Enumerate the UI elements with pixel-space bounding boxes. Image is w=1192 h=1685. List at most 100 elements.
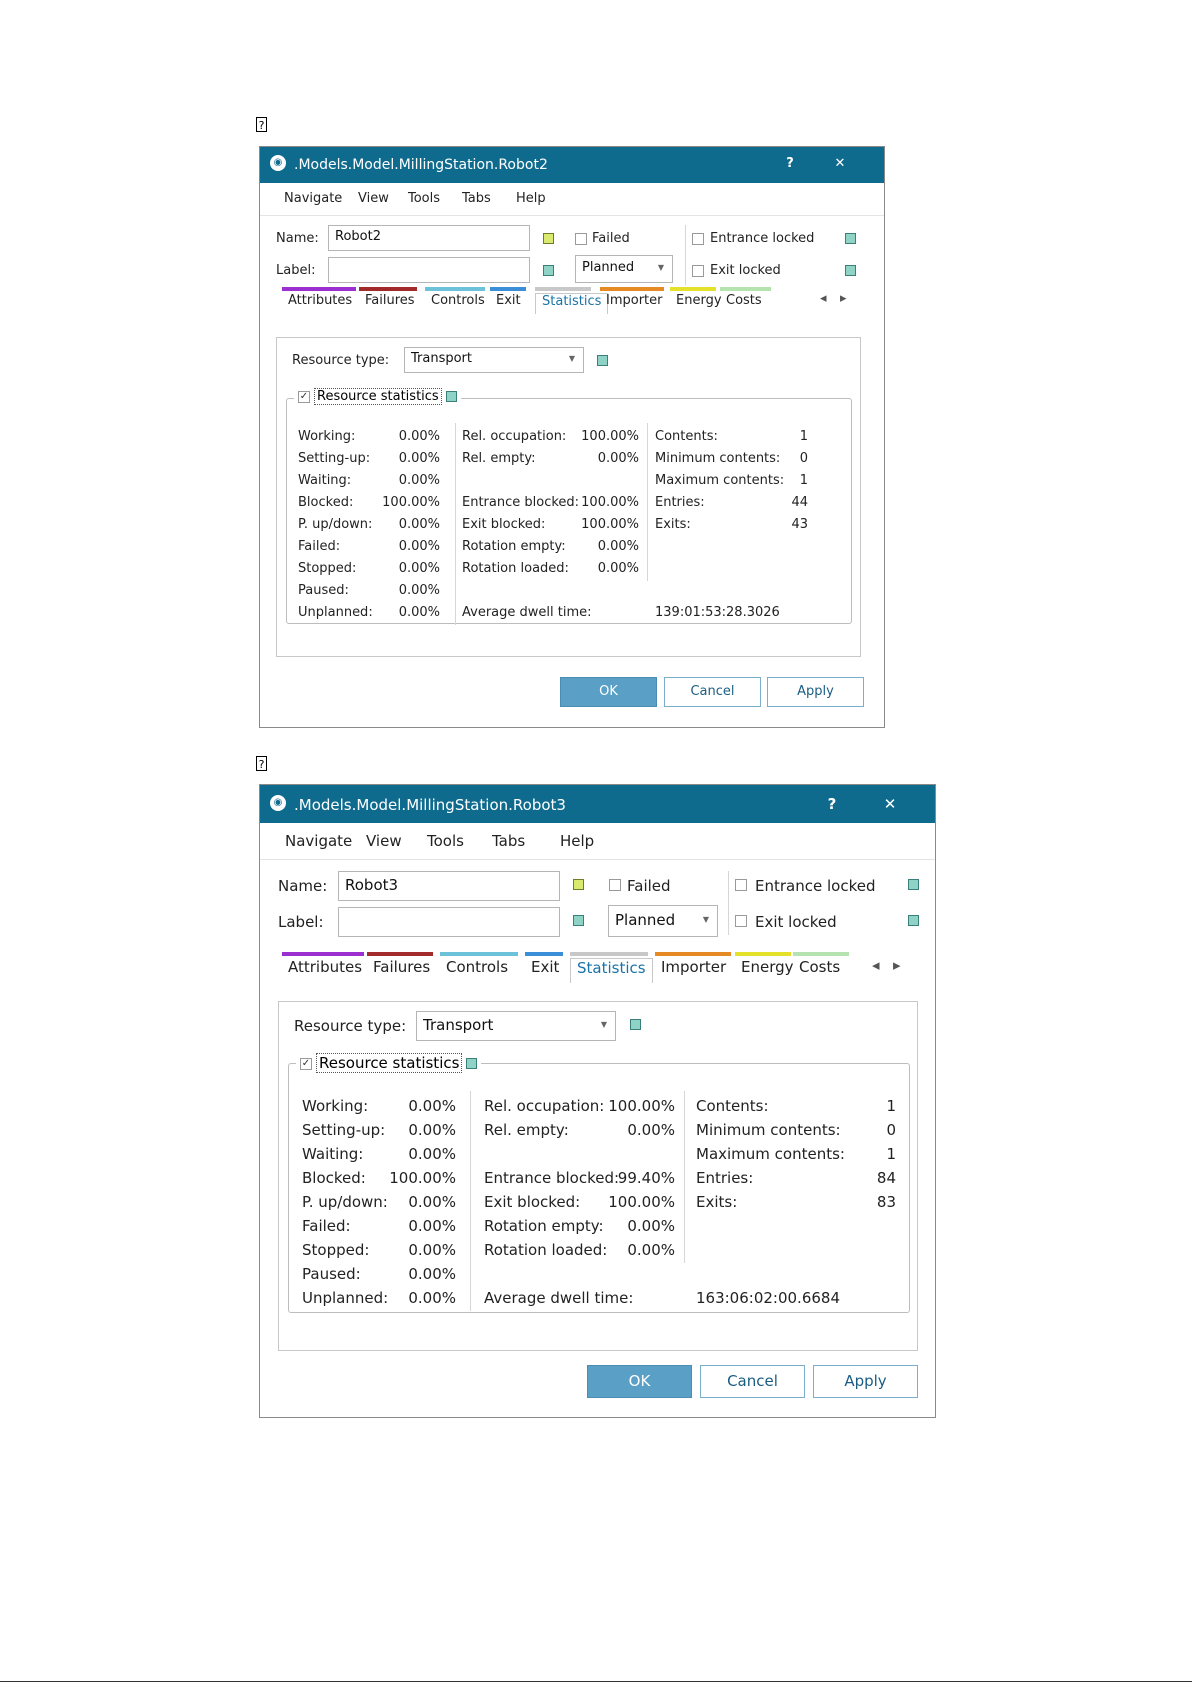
- tab-attributes[interactable]: Attributes: [288, 293, 352, 313]
- tab-exit[interactable]: Exit: [496, 293, 521, 313]
- exit-locked-indicator[interactable]: [845, 265, 856, 276]
- stat-value: 0.00%: [597, 561, 639, 576]
- stat-label: Paused:: [302, 1265, 361, 1283]
- scroll-left-arrow[interactable]: ◂: [872, 956, 880, 974]
- tab-color-bar: [425, 287, 485, 291]
- resource-type-label: Resource type:: [294, 1017, 407, 1035]
- tab-color-bar: [570, 952, 648, 956]
- stat-value: 0.00%: [408, 1121, 456, 1139]
- tab-statistics[interactable]: Statistics: [535, 293, 609, 314]
- tab-controls[interactable]: Controls: [446, 958, 508, 982]
- stat-value: 0.00%: [408, 1241, 456, 1259]
- exit-locked-checkbox[interactable]: [735, 915, 747, 927]
- tab-attributes[interactable]: Attributes: [288, 958, 362, 982]
- close-button[interactable]: ✕: [830, 156, 850, 171]
- page-bottom-rule: [0, 1681, 1192, 1682]
- name-input[interactable]: Robot2: [328, 225, 530, 251]
- ok-button[interactable]: OK: [560, 677, 657, 707]
- ok-button[interactable]: OK: [587, 1365, 692, 1398]
- resource-type-dropdown[interactable]: Transport ▼: [404, 347, 584, 373]
- name-inherit-indicator[interactable]: [573, 879, 584, 890]
- missing-glyph-marker: ?: [256, 756, 267, 771]
- menu-help[interactable]: Help: [560, 832, 594, 850]
- menu-view[interactable]: View: [358, 191, 389, 206]
- tab-statistics[interactable]: Statistics: [570, 958, 653, 983]
- tab-failures[interactable]: Failures: [365, 293, 415, 313]
- exit-locked-checkbox[interactable]: [692, 265, 704, 277]
- resource-statistics-checkbox[interactable]: ✓: [300, 1057, 312, 1070]
- cancel-button[interactable]: Cancel: [700, 1365, 805, 1398]
- resource-statistics-indicator[interactable]: [445, 391, 457, 402]
- stat-value: 83: [876, 1193, 896, 1211]
- tab-failures[interactable]: Failures: [373, 958, 430, 982]
- stat-value: 0: [799, 451, 808, 466]
- menu-navigate[interactable]: Navigate: [284, 191, 342, 206]
- entrance-locked-checkbox[interactable]: [735, 879, 747, 891]
- help-button[interactable]: ?: [822, 795, 842, 813]
- tab-importer[interactable]: Importer: [606, 293, 663, 313]
- stat-value: 0.00%: [408, 1193, 456, 1211]
- tab-costs[interactable]: Costs: [726, 293, 762, 313]
- name-inherit-indicator[interactable]: [543, 233, 554, 244]
- tab-color-bar: [359, 287, 417, 291]
- stat-label: Stopped:: [302, 1241, 370, 1259]
- label-input[interactable]: [338, 907, 560, 937]
- tab-color-bar: [670, 287, 716, 291]
- resource-statistics-checkbox[interactable]: ✓: [298, 390, 310, 403]
- label-inherit-indicator[interactable]: [573, 915, 584, 926]
- scroll-right-arrow[interactable]: ▸: [893, 956, 901, 974]
- resource-statistics-header: ✓ Resource statistics: [296, 1053, 482, 1073]
- stat-value: 0.00%: [398, 561, 440, 576]
- entrance-locked-indicator[interactable]: [845, 233, 856, 244]
- label-input[interactable]: [328, 257, 530, 283]
- stat-value: 100.00%: [581, 429, 639, 444]
- tab-importer[interactable]: Importer: [661, 958, 726, 982]
- planned-dropdown[interactable]: Planned ▼: [575, 255, 673, 283]
- stat-value: 84: [876, 1169, 896, 1187]
- tab-color-bar: [720, 287, 771, 291]
- tab-energy[interactable]: Energy: [741, 958, 794, 982]
- tab-controls[interactable]: Controls: [431, 293, 485, 313]
- tab-energy[interactable]: Energy: [676, 293, 722, 313]
- menu-help[interactable]: Help: [516, 191, 546, 206]
- help-button[interactable]: ?: [780, 156, 800, 171]
- name-input[interactable]: Robot3: [338, 871, 560, 901]
- entrance-locked-indicator[interactable]: [908, 879, 919, 890]
- apply-button[interactable]: Apply: [767, 677, 864, 707]
- menu-tools[interactable]: Tools: [408, 191, 440, 206]
- menu-tabs[interactable]: Tabs: [462, 191, 491, 206]
- apply-button[interactable]: Apply: [813, 1365, 918, 1398]
- avg-dwell-value: 163:06:02:00.6684: [696, 1289, 840, 1307]
- stat-label: Minimum contents:: [696, 1121, 841, 1139]
- tab-costs[interactable]: Costs: [799, 958, 840, 982]
- cancel-button[interactable]: Cancel: [664, 677, 761, 707]
- menu-navigate[interactable]: Navigate: [285, 832, 352, 850]
- window-title: .Models.Model.MillingStation.Robot3: [294, 796, 566, 814]
- resource-type-indicator[interactable]: [630, 1019, 641, 1030]
- failed-checkbox[interactable]: [575, 233, 587, 245]
- stat-value: 0.00%: [627, 1121, 675, 1139]
- label-inherit-indicator[interactable]: [543, 265, 554, 276]
- failed-checkbox[interactable]: [609, 879, 621, 891]
- scroll-right-arrow[interactable]: ▸: [840, 291, 847, 306]
- tab-color-bar: [793, 952, 849, 956]
- resource-statistics-indicator[interactable]: [466, 1058, 478, 1069]
- menu-view[interactable]: View: [366, 832, 402, 850]
- label-label: Label:: [276, 263, 316, 278]
- menu-tabs[interactable]: Tabs: [492, 832, 525, 850]
- resource-type-dropdown[interactable]: Transport ▼: [416, 1011, 616, 1041]
- stat-label: Failed:: [298, 539, 341, 554]
- entrance-locked-checkbox[interactable]: [692, 233, 704, 245]
- close-button[interactable]: ✕: [880, 795, 900, 813]
- scroll-left-arrow[interactable]: ◂: [820, 291, 827, 306]
- menu-tools[interactable]: Tools: [427, 832, 464, 850]
- exit-locked-label: Exit locked: [710, 263, 781, 278]
- exit-locked-indicator[interactable]: [908, 915, 919, 926]
- stat-label: Contents:: [696, 1097, 769, 1115]
- tab-exit[interactable]: Exit: [531, 958, 559, 982]
- stat-value: 0.00%: [398, 517, 440, 532]
- resource-type-indicator[interactable]: [597, 355, 608, 366]
- name-label: Name:: [278, 877, 328, 895]
- planned-dropdown[interactable]: Planned ▼: [608, 905, 718, 937]
- stat-label: Entries:: [655, 495, 705, 510]
